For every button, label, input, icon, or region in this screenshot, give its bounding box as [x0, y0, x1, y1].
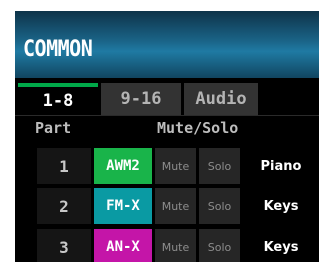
solo-button[interactable]: Solo: [199, 188, 240, 224]
solo-button[interactable]: Solo: [199, 148, 240, 184]
engine-badge[interactable]: FM-X: [94, 188, 152, 224]
tab-divider: [15, 115, 319, 116]
part-number[interactable]: 3: [37, 229, 91, 262]
part-type: Keys: [263, 198, 299, 214]
mute-button[interactable]: Mute: [155, 148, 196, 184]
header-bar: COMMON: [15, 11, 319, 78]
part-row: 2 FM-X Mute Solo Keys: [15, 188, 319, 224]
part-row: 3 AN-X Mute Solo Keys: [15, 229, 319, 262]
header-title: COMMON: [23, 35, 93, 62]
common-panel: COMMON 1-8 9-16 Audio Part Mute/Solo 1 A…: [15, 11, 319, 262]
part-type: Piano: [260, 158, 302, 174]
solo-button[interactable]: Solo: [199, 229, 240, 262]
part-type: Keys: [263, 239, 299, 255]
tab-1-8[interactable]: 1-8: [18, 83, 98, 115]
part-number[interactable]: 1: [37, 148, 91, 184]
tab-9-16[interactable]: 9-16: [101, 83, 181, 115]
mute-button[interactable]: Mute: [155, 188, 196, 224]
column-header-mute-solo: Mute/Solo: [157, 119, 239, 137]
engine-badge[interactable]: AN-X: [94, 229, 152, 262]
part-row: 1 AWM2 Mute Solo Piano: [15, 148, 319, 184]
mute-button[interactable]: Mute: [155, 229, 196, 262]
part-number[interactable]: 2: [37, 188, 91, 224]
tab-audio[interactable]: Audio: [184, 83, 258, 115]
column-header-part: Part: [35, 119, 72, 137]
engine-badge[interactable]: AWM2: [94, 148, 152, 184]
